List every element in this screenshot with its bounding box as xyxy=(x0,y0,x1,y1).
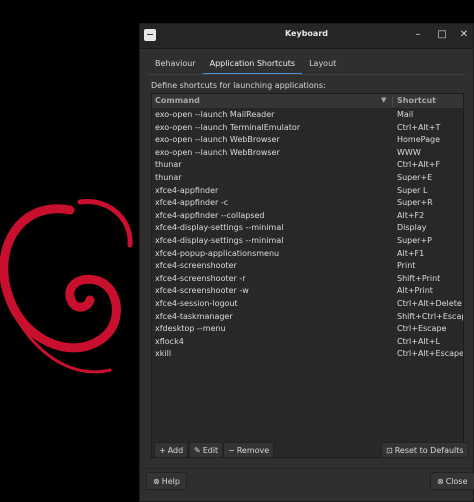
tab-behaviour[interactable]: Behaviour xyxy=(148,55,203,73)
add-button[interactable]: + Add xyxy=(154,442,189,458)
sort-descending-icon[interactable]: ▼ xyxy=(381,96,386,104)
column-divider[interactable] xyxy=(392,95,393,107)
row-shortcut: Ctrl+Alt+Escape xyxy=(397,349,464,359)
footer-divider xyxy=(140,468,473,469)
section-description: Define shortcuts for launching applicati… xyxy=(151,81,326,90)
row-command: xfce4-appfinder --collapsed xyxy=(155,210,265,220)
table-row[interactable]: exo-open --launch WebBrowser WWW xyxy=(152,147,463,160)
table-row[interactable]: xfce4-appfinder --collapsed Alt+F2 xyxy=(152,210,463,223)
tab-bar: Behaviour Application Shortcuts Layout xyxy=(148,55,343,75)
table-row[interactable]: xfce4-display-settings --minimal Display xyxy=(152,222,463,235)
close-window-icon[interactable]: ✕ xyxy=(458,29,470,41)
tab-divider xyxy=(148,74,465,75)
table-row[interactable]: xfce4-popup-applicationsmenu Alt+F1 xyxy=(152,248,463,261)
row-command: xfce4-screenshooter -r xyxy=(155,273,246,283)
table-row[interactable]: xfce4-appfinder -c Super+R xyxy=(152,197,463,210)
row-shortcut: Super+E xyxy=(397,172,433,182)
row-command: xfce4-display-settings --minimal xyxy=(155,235,284,245)
table-row[interactable]: exo-open --launch MailReader Mail xyxy=(152,109,463,122)
window-titlebar[interactable]: Keyboard – □ ✕ xyxy=(140,24,473,49)
row-command: exo-open --launch WebBrowser xyxy=(155,147,280,157)
row-shortcut: Super L xyxy=(397,185,428,195)
row-command: thunar xyxy=(155,160,182,170)
table-row[interactable]: xkill Ctrl+Alt+Escape xyxy=(152,348,463,361)
row-command: xfce4-screenshooter xyxy=(155,261,237,271)
close-icon: ⊗ xyxy=(437,477,444,486)
row-shortcut: Shift+Print xyxy=(397,273,441,283)
pencil-icon: ✎ xyxy=(194,446,201,455)
row-command: xfce4-taskmanager xyxy=(155,311,233,321)
row-shortcut: HomePage xyxy=(397,135,440,145)
row-command: xfdesktop --menu xyxy=(155,324,226,334)
row-command: xfce4-screenshooter -w xyxy=(155,286,249,296)
row-shortcut: Alt+F1 xyxy=(397,248,425,258)
minimize-icon[interactable]: – xyxy=(412,29,424,41)
remove-button[interactable]: − Remove xyxy=(223,442,275,458)
close-button[interactable]: ⊗ Close xyxy=(430,472,474,490)
table-row[interactable]: xfce4-screenshooter Print xyxy=(152,260,463,273)
row-command: xflock4 xyxy=(155,336,184,346)
row-shortcut: Ctrl+Alt+F xyxy=(397,160,441,170)
table-row[interactable]: xfce4-appfinder Super L xyxy=(152,185,463,198)
row-command: exo-open --launch WebBrowser xyxy=(155,135,280,145)
row-shortcut: Mail xyxy=(397,110,414,119)
row-shortcut: Print xyxy=(397,261,416,271)
minus-icon: − xyxy=(228,446,235,455)
row-command: thunar xyxy=(155,172,182,182)
table-row[interactable]: xfce4-screenshooter -r Shift+Print xyxy=(152,273,463,286)
table-row[interactable]: xflock4 Ctrl+Alt+L xyxy=(152,336,463,349)
tab-layout[interactable]: Layout xyxy=(302,55,343,73)
maximize-icon[interactable]: □ xyxy=(436,29,448,41)
reset-icon: ⊡ xyxy=(386,446,393,455)
table-header: Command ▼ Shortcut xyxy=(152,94,463,109)
row-shortcut: Shift+Ctrl+Escape xyxy=(397,311,464,321)
row-shortcut: Super+P xyxy=(397,235,432,245)
row-shortcut: Ctrl+Alt+L xyxy=(397,336,440,346)
debian-swirl-logo xyxy=(0,199,133,374)
column-header-command[interactable]: Command xyxy=(155,96,200,105)
table-row[interactable]: thunar Super+E xyxy=(152,172,463,185)
row-shortcut: Ctrl+Escape xyxy=(397,324,447,334)
row-shortcut: Alt+F2 xyxy=(397,210,425,220)
row-command: exo-open --launch MailReader xyxy=(155,110,275,119)
table-row[interactable]: thunar Ctrl+Alt+F xyxy=(152,159,463,172)
row-shortcut: Ctrl+Alt+T xyxy=(397,122,441,132)
row-command: xfce4-appfinder -c xyxy=(155,198,229,208)
row-command: xkill xyxy=(155,349,172,359)
table-row[interactable]: exo-open --launch TerminalEmulator Ctrl+A… xyxy=(152,122,463,135)
table-row[interactable]: xfdesktop --menu Ctrl+Escape xyxy=(152,323,463,336)
shortcuts-table: Command ▼ Shortcut exo-open --launch Mai… xyxy=(151,93,464,458)
table-body: exo-open --launch MailReader Mail exo-open… xyxy=(152,109,463,361)
help-icon: ⊗ xyxy=(153,477,160,486)
help-button[interactable]: ⊗ Help xyxy=(146,472,187,490)
reset-to-defaults-button[interactable]: ⊡ Reset to Defaults xyxy=(381,442,469,458)
row-shortcut: Ctrl+Alt+Delete xyxy=(397,298,462,308)
row-command: xfce4-appfinder xyxy=(155,185,219,195)
list-toolbar: + Add ✎ Edit − Remove ⊡ Reset to Defaults xyxy=(152,440,469,458)
row-shortcut: Display xyxy=(397,223,427,233)
tab-application-shortcuts[interactable]: Application Shortcuts xyxy=(202,55,303,75)
row-shortcut: WWW xyxy=(397,147,421,157)
row-shortcut: Super+R xyxy=(397,198,433,208)
table-row[interactable]: xfce4-display-settings --minimal Super+P xyxy=(152,235,463,248)
row-command: xfce4-popup-applicationsmenu xyxy=(155,248,280,258)
column-header-shortcut[interactable]: Shortcut xyxy=(397,96,436,105)
table-row[interactable]: xfce4-taskmanager Shift+Ctrl+Escape xyxy=(152,311,463,324)
row-command: xfce4-display-settings --minimal xyxy=(155,223,284,233)
edit-button[interactable]: ✎ Edit xyxy=(189,442,224,458)
row-command: xfce4-session-logout xyxy=(155,298,238,308)
row-command: exo-open --launch TerminalEmulator xyxy=(155,122,301,132)
table-row[interactable]: exo-open --launch WebBrowser HomePage xyxy=(152,134,463,147)
keyboard-settings-window: Keyboard – □ ✕ Behaviour Application Sho… xyxy=(139,23,474,502)
plus-icon: + xyxy=(159,446,166,455)
table-row[interactable]: xfce4-session-logout Ctrl+Alt+Delete xyxy=(152,298,463,311)
table-row[interactable]: xfce4-screenshooter -w Alt+Print xyxy=(152,285,463,298)
row-shortcut: Alt+Print xyxy=(397,286,433,296)
